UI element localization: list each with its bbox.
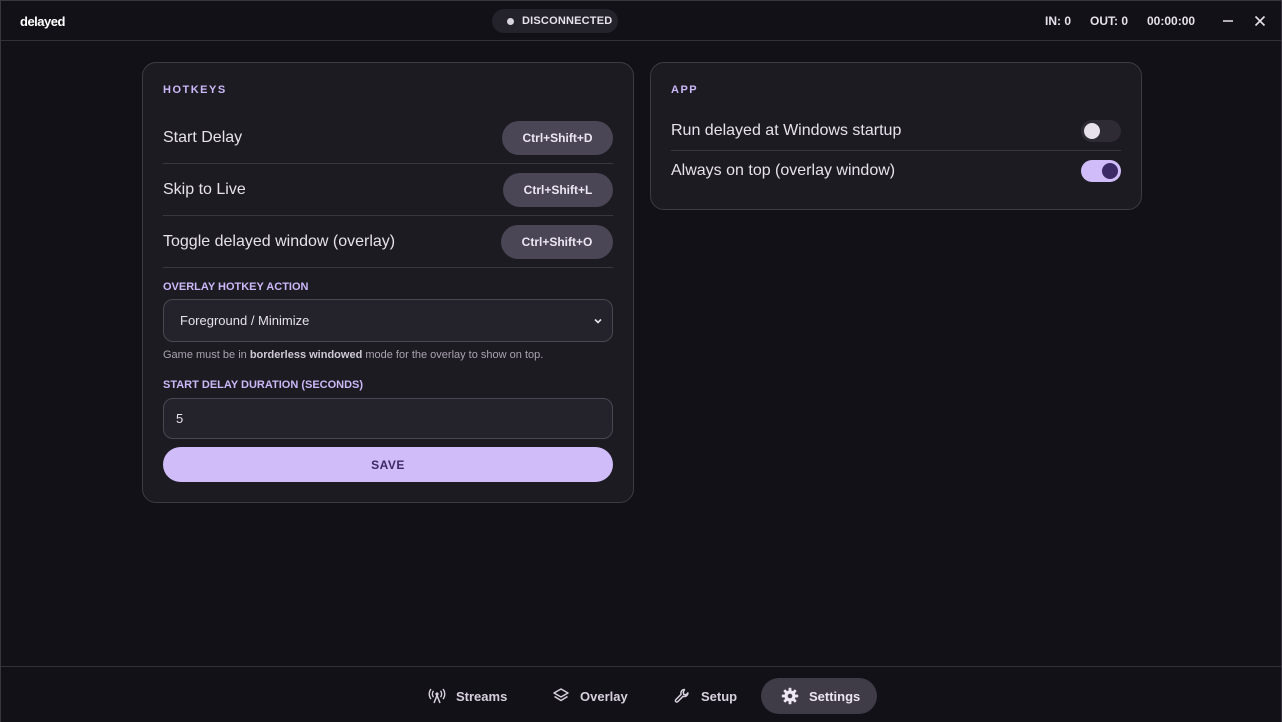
duration-label: START DELAY DURATION (SECONDS)	[163, 379, 364, 391]
overlay-action-label: OVERLAY HOTKEY ACTION	[163, 281, 309, 293]
out-counter: OUT: 0	[1090, 14, 1129, 28]
timer: 00:00:00	[1147, 14, 1196, 28]
nav-overlay[interactable]: Overlay	[542, 678, 638, 714]
app-window: delayed DISCONNECTED IN: 0 OUT: 0 00:00:…	[0, 0, 1282, 722]
layers-icon	[553, 688, 569, 702]
hotkey-label: Skip to Live	[163, 180, 246, 198]
always-on-top-toggle[interactable]	[1081, 159, 1121, 182]
overlay-action-select[interactable]: Foreground / Minimize	[163, 299, 613, 342]
option-label: Always on top (overlay window)	[671, 161, 896, 179]
app-title: APP	[671, 84, 699, 96]
overlay-action-value: Foreground / Minimize	[180, 313, 310, 328]
in-counter: IN: 0	[1045, 14, 1072, 28]
option-label: Run delayed at Windows startup	[671, 122, 902, 139]
toggle-knob	[1084, 123, 1100, 139]
nav-label: Streams	[456, 688, 508, 704]
app-logo: delayed	[20, 14, 65, 29]
hint-text: mode for the overlay to show on top.	[362, 349, 544, 361]
connection-status-text: DISCONNECTED	[522, 15, 613, 27]
connection-status-badge: DISCONNECTED	[492, 9, 618, 33]
overlay-hint: Game must be in borderless windowed mode…	[163, 349, 543, 361]
toggle-knob	[1102, 162, 1118, 179]
hotkey-label: Start Delay	[163, 128, 243, 146]
gear-icon	[781, 687, 799, 705]
titlebar: delayed DISCONNECTED IN: 0 OUT: 0 00:00:…	[1, 1, 1281, 41]
nav-label: Overlay	[580, 688, 628, 704]
app-card: APP Run delayed at Windows startup Alway…	[650, 62, 1142, 210]
wrench-icon	[674, 688, 689, 703]
app-option-always-on-top: Always on top (overlay window)	[671, 151, 1121, 190]
nav-setup[interactable]: Setup	[663, 678, 747, 714]
chevron-down-icon	[594, 318, 602, 324]
hotkeys-title: HOTKEYS	[163, 84, 227, 96]
hint-bold-text: borderless windowed	[249, 349, 363, 361]
close-icon	[1254, 15, 1266, 27]
save-button[interactable]: SAVE	[163, 447, 613, 482]
minimize-button[interactable]	[1218, 11, 1238, 31]
nav-label: Settings	[809, 688, 861, 704]
hotkey-row-skip-to-live: Skip to Live Ctrl+Shift+L	[163, 164, 613, 216]
hotkey-label: Toggle delayed window (overlay)	[163, 232, 396, 250]
close-button[interactable]	[1250, 11, 1270, 31]
nav-label: Setup	[701, 688, 738, 704]
hint-text: Game must be in	[163, 349, 250, 361]
nav-streams[interactable]: Streams	[418, 678, 517, 714]
app-option-startup: Run delayed at Windows startup	[671, 112, 1121, 151]
hotkey-row-start-delay: Start Delay Ctrl+Shift+D	[163, 112, 613, 164]
nav-settings[interactable]: Settings	[761, 678, 877, 714]
hotkey-start-delay-button[interactable]: Ctrl+Shift+D	[502, 120, 613, 155]
hotkey-row-toggle-overlay: Toggle delayed window (overlay) Ctrl+Shi…	[163, 216, 613, 268]
bottom-nav: Streams Overlay Setup Settings	[1, 666, 1281, 722]
hotkey-toggle-overlay-button[interactable]: Ctrl+Shift+O	[501, 224, 613, 259]
startup-toggle[interactable]	[1081, 120, 1121, 142]
hotkeys-card: HOTKEYS Start Delay Ctrl+Shift+D Skip to…	[142, 62, 634, 503]
minimize-icon	[1223, 20, 1233, 22]
duration-input[interactable]: 5	[163, 398, 613, 439]
antenna-icon	[428, 688, 446, 704]
hotkey-skip-to-live-button[interactable]: Ctrl+Shift+L	[503, 172, 613, 207]
status-dot-icon	[507, 17, 514, 25]
